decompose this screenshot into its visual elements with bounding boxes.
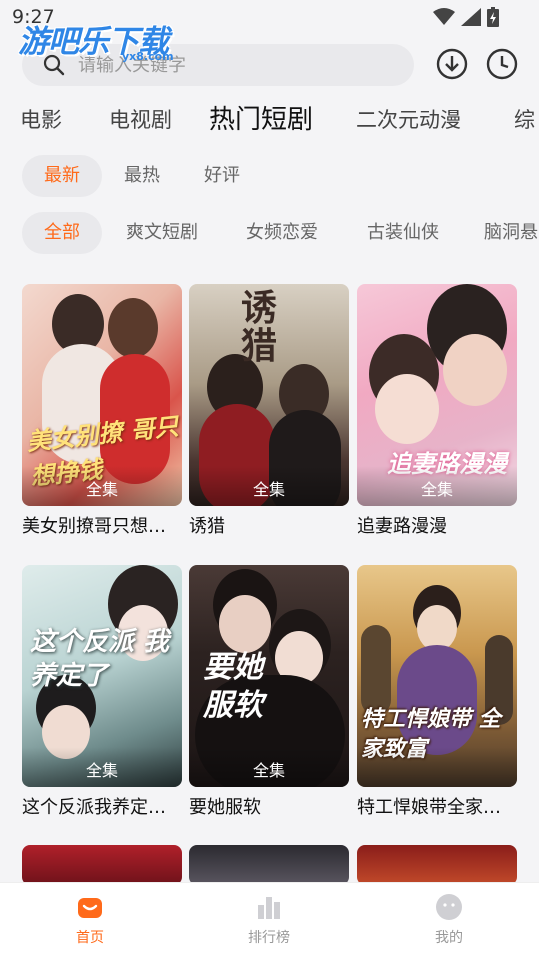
- genre-chip-xianxia[interactable]: 古装仙侠: [353, 212, 453, 254]
- nav-home-label: 首页: [76, 930, 104, 946]
- home-icon: [78, 898, 102, 918]
- app-screen: 9:27 游吧乐下载 yx8.com 电影 电视剧 热门短剧 二次元动漫 综 最…: [0, 0, 539, 958]
- poster-image[interactable]: [189, 845, 349, 885]
- sort-chip-newest[interactable]: 最新: [22, 155, 102, 197]
- poster-image[interactable]: [22, 845, 182, 885]
- sort-chip-hottest[interactable]: 最热: [102, 155, 182, 197]
- poster-title-art: 诱猎: [241, 288, 278, 367]
- drama-card[interactable]: 要她服软 全集 要她服软: [189, 565, 349, 819]
- profile-icon: [436, 894, 462, 920]
- poster-image[interactable]: 美女别撩 哥只想挣钱 全集: [22, 284, 182, 506]
- drama-card[interactable]: 美女别撩 哥只想挣钱 全集 美女别撩哥只想…: [22, 284, 182, 538]
- drama-card[interactable]: 特工悍娘带 全家致富 特工悍娘带全家…: [357, 565, 517, 819]
- ranking-icon: [258, 897, 280, 919]
- genre-chip-fantasy[interactable]: 脑洞悬: [472, 212, 539, 254]
- drama-card[interactable]: 这个反派 我养定了 全集 这个反派我养定…: [22, 565, 182, 819]
- nav-profile-label: 我的: [435, 930, 463, 946]
- bottom-nav: 首页 排行榜 我的: [0, 882, 539, 958]
- drama-card[interactable]: 诱猎 全集 诱猎: [189, 284, 349, 538]
- battery-icon: [487, 7, 499, 27]
- episode-badge: 全集: [252, 480, 285, 499]
- signal-icon: [461, 8, 481, 26]
- drama-card[interactable]: 追妻路漫漫 全集 追妻路漫漫: [357, 284, 517, 538]
- tab-movie[interactable]: 电影: [20, 100, 62, 140]
- genre-chip-all[interactable]: 全部: [22, 212, 102, 254]
- nav-ranking-label: 排行榜: [248, 930, 290, 946]
- tab-anime[interactable]: 二次元动漫: [356, 100, 461, 140]
- search-input[interactable]: [78, 44, 398, 86]
- tab-tv[interactable]: 电视剧: [109, 100, 172, 140]
- episode-badge: 全集: [85, 761, 118, 780]
- download-icon[interactable]: [436, 48, 468, 80]
- nav-profile[interactable]: 我的: [409, 893, 489, 947]
- sort-chip-top-rated[interactable]: 好评: [182, 155, 262, 197]
- tab-variety[interactable]: 综: [514, 100, 535, 140]
- history-icon[interactable]: [486, 48, 518, 80]
- status-bar: 9:27: [0, 0, 539, 34]
- poster-image[interactable]: [357, 845, 517, 885]
- card-title[interactable]: 特工悍娘带全家…: [357, 793, 517, 819]
- card-title[interactable]: 要她服软: [189, 793, 349, 819]
- genre-chip-shuangwen[interactable]: 爽文短剧: [112, 212, 212, 254]
- poster-title-art: 要她服软: [203, 650, 263, 723]
- poster-image[interactable]: 要她服软 全集: [189, 565, 349, 787]
- nav-home[interactable]: 首页: [50, 893, 130, 947]
- episode-badge: 全集: [252, 761, 285, 780]
- poster-title-art: 这个反派 我养定了: [30, 627, 170, 691]
- card-title[interactable]: 追妻路漫漫: [357, 512, 517, 538]
- episode-badge: 全集: [85, 480, 118, 499]
- card-title[interactable]: 这个反派我养定…: [22, 793, 182, 819]
- episode-badge: 全集: [420, 480, 453, 499]
- genre-chip-romance[interactable]: 女频恋爱: [232, 212, 332, 254]
- card-title[interactable]: 美女别撩哥只想…: [22, 512, 182, 538]
- tab-short-drama[interactable]: 热门短剧: [209, 100, 313, 140]
- poster-image[interactable]: 诱猎 全集: [189, 284, 349, 506]
- poster-image[interactable]: 这个反派 我养定了 全集: [22, 565, 182, 787]
- status-time: 9:27: [12, 6, 55, 28]
- search-bar[interactable]: [22, 44, 414, 86]
- status-icons: [433, 7, 499, 27]
- poster-image[interactable]: 追妻路漫漫 全集: [357, 284, 517, 506]
- poster-image[interactable]: 特工悍娘带 全家致富: [357, 565, 517, 787]
- nav-ranking[interactable]: 排行榜: [229, 893, 309, 947]
- wifi-icon: [433, 8, 455, 25]
- card-title[interactable]: 诱猎: [189, 512, 349, 538]
- search-icon: [43, 54, 65, 76]
